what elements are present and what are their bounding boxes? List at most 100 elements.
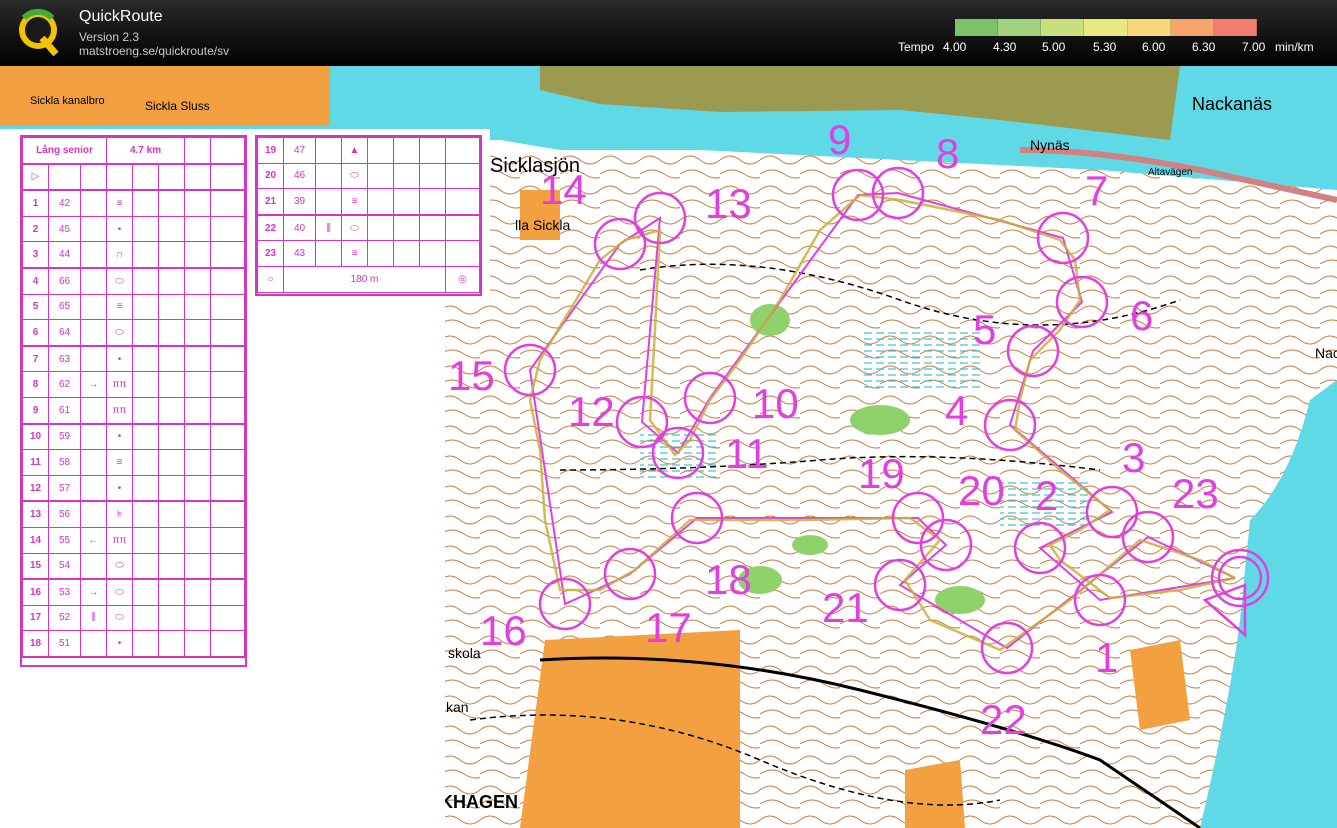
course-length: 4.7 km	[106, 136, 186, 165]
control-direction	[79, 396, 108, 425]
control-code: 54	[48, 552, 81, 581]
empty-cell	[184, 578, 212, 606]
control-number: 18	[705, 556, 752, 603]
control-code: 64	[48, 319, 81, 347]
tempo-tick: 7.00	[1242, 40, 1266, 54]
control-row: 5 65 ≡	[22, 293, 245, 321]
control-number: 19	[858, 450, 905, 497]
control-feature-symbol: ≡	[106, 189, 134, 217]
control-row: 12 57 •	[22, 474, 245, 503]
control-feature-symbol: ≡	[341, 240, 368, 267]
empty-cell	[184, 215, 212, 243]
empty-cell	[132, 449, 160, 476]
control-number: 12	[568, 388, 615, 435]
control-feature-symbol: ⬭	[341, 214, 368, 242]
control-direction	[79, 267, 108, 295]
empty-cell	[132, 189, 160, 217]
empty-cell	[184, 474, 212, 503]
control-feature-symbol: •	[106, 474, 134, 503]
empty-cell	[367, 188, 394, 216]
control-direction	[79, 241, 108, 269]
tempo-color-segment	[1084, 19, 1128, 36]
empty-cell	[210, 552, 245, 581]
control-code: 65	[48, 293, 81, 321]
empty-cell	[393, 162, 420, 190]
finish-double-circle-icon: ◎	[458, 273, 467, 285]
control-code: 55	[48, 526, 81, 554]
control-feature-symbol: ⬭	[106, 319, 134, 347]
empty-cell	[393, 214, 420, 242]
empty-cell	[132, 423, 160, 451]
empty-cell	[132, 552, 160, 581]
control-number: 8	[936, 130, 959, 177]
control-number: 16	[480, 607, 527, 654]
control-sequence-number: 21	[257, 188, 284, 216]
control-code: 63	[48, 345, 81, 373]
place-name: KHAGEN	[440, 792, 518, 812]
control-row: 4 66 ⬭	[22, 267, 245, 295]
control-feature-symbol: ∩	[106, 241, 134, 269]
empty-cell	[132, 604, 160, 632]
empty-cell	[210, 604, 245, 632]
empty-cell	[445, 188, 480, 216]
empty-cell	[367, 214, 394, 242]
control-direction	[79, 293, 108, 321]
empty-cell	[184, 526, 212, 554]
tempo-tick: 5.30	[1093, 40, 1117, 54]
control-number: 17	[645, 604, 692, 651]
control-code: 57	[48, 474, 81, 503]
control-feature-symbol: •	[106, 423, 134, 451]
empty-cell	[158, 630, 186, 658]
tempo-tick: 6.00	[1142, 40, 1166, 54]
empty-cell	[158, 396, 186, 425]
control-sequence-number: 11	[22, 449, 49, 476]
control-sequence-number: 13	[22, 500, 49, 528]
control-sequence-number: 5	[22, 293, 49, 321]
empty-cell	[210, 267, 245, 295]
empty-cell	[210, 241, 245, 269]
control-sequence-number: 1	[22, 189, 49, 217]
control-feature-symbol: ⊧	[106, 500, 134, 528]
control-sequence-number: 15	[22, 552, 49, 581]
control-sequence-number: 14	[22, 526, 49, 554]
place-name: Altavägen	[1148, 167, 1192, 178]
empty-cell	[210, 215, 245, 243]
empty-cell	[158, 604, 186, 632]
control-number: 23	[1172, 470, 1219, 517]
empty-cell	[184, 396, 212, 425]
control-feature-symbol: ⬭	[106, 267, 134, 295]
empty-cell	[393, 137, 420, 164]
control-direction	[315, 162, 342, 190]
empty-cell	[184, 371, 212, 398]
empty-cell	[184, 189, 212, 217]
control-direction: ←	[79, 526, 108, 554]
control-code: 43	[283, 240, 316, 267]
finish-distance: 180 m	[283, 265, 446, 293]
tempo-label: Tempo	[898, 40, 935, 54]
empty-cell	[445, 137, 480, 164]
control-row: 16 53 → ⬭	[22, 578, 245, 606]
empty-cell	[158, 319, 186, 347]
control-feature-symbol: ⬭	[106, 578, 134, 606]
finish-circle-icon: ○	[267, 273, 274, 285]
control-description-table: Lång senior 4.7 km ▷ 1 42 ≡ 2 45 • 3 44 ∩ 4 66 ⬭ 5 65…	[21, 136, 245, 658]
control-direction: ⫼	[79, 604, 108, 632]
marsh	[860, 330, 980, 390]
empty-cell	[210, 319, 245, 347]
control-code: 62	[48, 371, 81, 398]
empty-cell	[367, 240, 394, 267]
control-sequence-number: 20	[257, 162, 284, 190]
control-direction	[79, 423, 108, 451]
control-sequence-number: 18	[22, 630, 49, 658]
empty-cell	[132, 371, 160, 398]
control-sequence-number: 9	[22, 396, 49, 425]
control-direction: →	[79, 371, 108, 398]
control-direction: →	[79, 578, 108, 606]
control-description-table: 19 47 ▲ 20 46 ⬭ 21 39 ≡ 22 40 ⫼ ⬭ 23 43 ≡ ○ 180 m ◎	[257, 137, 480, 293]
empty-cell	[132, 215, 160, 243]
control-code: 61	[48, 396, 81, 425]
tempo-color-scale	[955, 19, 1257, 36]
empty-cell	[158, 293, 186, 321]
control-number: 15	[448, 352, 495, 399]
control-direction	[79, 319, 108, 347]
